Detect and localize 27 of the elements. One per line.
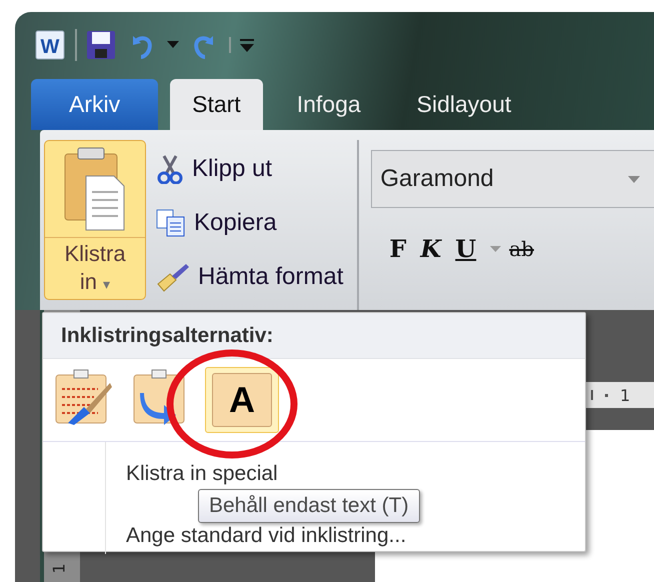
word-app-icon: W bbox=[35, 30, 65, 60]
save-icon[interactable] bbox=[75, 29, 117, 61]
ribbon-tab[interactable]: Sidlayout bbox=[394, 79, 534, 130]
cut-button[interactable]: Klipp ut bbox=[156, 148, 344, 190]
text-only-button[interactable]: A bbox=[205, 367, 279, 433]
menu-item[interactable]: Ange standard vid inklistring... bbox=[126, 524, 585, 548]
paste-button[interactable]: Klistra in ▾ bbox=[44, 140, 146, 300]
menu-item[interactable]: Klistra in special bbox=[126, 462, 585, 486]
dropdown-caret-icon bbox=[628, 176, 640, 182]
dropdown-caret-icon[interactable] bbox=[167, 41, 179, 49]
font-name-field[interactable]: Garamond bbox=[371, 150, 654, 208]
ribbon-tab[interactable]: Start bbox=[170, 79, 263, 130]
tooltip: Behåll endast text (T) bbox=[198, 489, 420, 523]
keep-formatting-button[interactable] bbox=[53, 367, 113, 427]
paintbrush-icon bbox=[156, 262, 190, 292]
ribbon-tab[interactable]: Infoga bbox=[274, 79, 383, 130]
menu-heading: Inklistringsalternativ: bbox=[43, 313, 585, 359]
italic-button[interactable]: K bbox=[420, 234, 442, 263]
format-painter-button[interactable]: Hämta format bbox=[156, 256, 344, 298]
strike-button[interactable]: ab bbox=[509, 236, 534, 260]
bold-button[interactable]: F bbox=[389, 234, 406, 263]
customize-menu-icon[interactable] bbox=[229, 37, 255, 53]
copy-icon bbox=[156, 209, 186, 237]
underline-button[interactable]: U bbox=[455, 234, 476, 263]
ribbon-tab[interactable]: Arkiv bbox=[31, 79, 158, 130]
scissors-icon bbox=[156, 154, 184, 184]
copy-button[interactable]: Kopiera bbox=[156, 202, 344, 244]
